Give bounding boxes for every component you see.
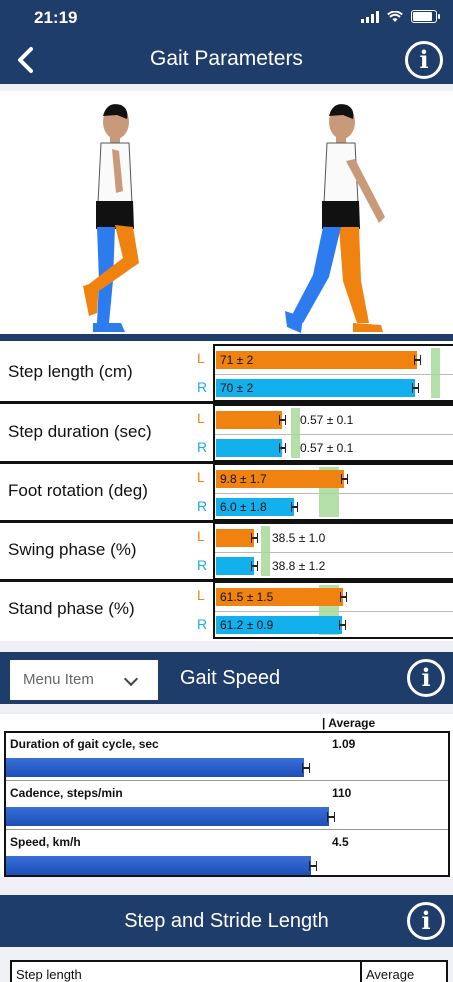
right-value-text: 61.2 ± 0.9 — [220, 618, 274, 632]
left-side-label: L — [197, 410, 205, 426]
right-value-text: 70 ± 2 — [220, 381, 254, 395]
left-error-bar — [340, 592, 347, 602]
page-title: Gait Parameters — [150, 47, 303, 70]
parameter-label: Foot rotation (deg) — [8, 481, 148, 500]
stride-table: Step length Average — [10, 960, 448, 982]
menu-dropdown[interactable]: Menu Item — [10, 660, 158, 700]
gait-illustration — [3, 91, 453, 334]
stride-title: Step and Stride Length — [124, 910, 329, 932]
gait-speed-table: Duration of gait cycle, sec 1.09 Cadence… — [4, 731, 450, 877]
right-error-bar — [412, 383, 419, 393]
section-divider — [0, 334, 453, 341]
average-column-header: | Average — [322, 716, 376, 730]
left-side-label: L — [197, 350, 205, 366]
gait-speed-title: Gait Speed — [180, 667, 281, 689]
parameter-label: Step length (cm) — [8, 362, 133, 381]
right-side-label: R — [197, 557, 208, 573]
info-icon[interactable]: i — [407, 659, 445, 697]
gait-row-step-duration: Step duration (sec) L R 0.57 ± 0.1 0.57 … — [0, 404, 453, 464]
stride-header: Step and Stride Length i — [0, 895, 453, 947]
right-error-bar — [251, 561, 258, 571]
right-side-label: R — [197, 498, 208, 514]
chevron-down-icon — [123, 671, 139, 687]
speed-row: Speed, km/h 4.5 — [6, 831, 448, 879]
speed-row-label: Speed, km/h — [10, 835, 81, 849]
left-error-bar — [414, 355, 421, 365]
status-time: 21:19 — [34, 8, 78, 27]
left-side-label: L — [197, 587, 205, 603]
left-value-bar — [216, 411, 282, 429]
status-bar: 21:19 — [0, 0, 453, 36]
right-error-bar — [279, 443, 286, 453]
left-value-text: 38.5 ± 1.0 — [272, 531, 326, 545]
speed-row-bar — [6, 856, 311, 875]
speed-error-bar — [327, 812, 335, 822]
left-error-bar — [279, 415, 286, 425]
parameter-label: Stand phase (%) — [8, 599, 135, 618]
battery-icon — [411, 10, 440, 23]
left-value-text: 0.57 ± 0.1 — [300, 413, 354, 427]
left-error-bar — [251, 533, 258, 543]
left-value-text: 71 ± 2 — [220, 353, 254, 367]
right-value-text: 0.57 ± 0.1 — [300, 441, 354, 455]
right-value-text: 38.8 ± 1.2 — [272, 559, 326, 573]
speed-row-bar — [6, 758, 304, 777]
speed-row-bar — [6, 807, 329, 826]
speed-row-value: 110 — [332, 786, 352, 800]
right-side-label: R — [197, 439, 208, 455]
speed-row-label: Cadence, steps/min — [10, 786, 123, 800]
parameter-label: Swing phase (%) — [8, 540, 137, 559]
gait-row-foot-rotation: Foot rotation (deg) L R 9.8 ± 1.7 6.0 ± … — [0, 463, 453, 523]
speed-row: Duration of gait cycle, sec 1.09 — [6, 733, 448, 781]
right-side-label: R — [197, 379, 208, 395]
left-error-bar — [341, 474, 348, 484]
gait-row-step-length: Step length (cm) L R 71 ± 2 70 ± 2 — [0, 344, 453, 404]
wifi-icon — [387, 10, 403, 22]
right-error-bar — [339, 620, 346, 630]
cellular-signal-icon — [361, 10, 379, 23]
walker-figure-right — [285, 104, 385, 333]
left-side-label: L — [197, 528, 205, 544]
right-value-text: 6.0 ± 1.8 — [220, 500, 267, 514]
speed-error-bar — [302, 763, 310, 773]
right-value-bar — [216, 439, 282, 457]
left-value-text: 9.8 ± 1.7 — [220, 472, 267, 486]
average-header: Average — [366, 967, 415, 982]
info-icon[interactable]: i — [405, 41, 443, 79]
right-error-bar — [291, 502, 298, 512]
gait-speed-header: Menu Item Gait Speed i — [0, 652, 453, 704]
right-side-label: R — [197, 616, 208, 632]
gait-row-swing-phase: Swing phase (%) L R 38.5 ± 1.0 38.8 ± 1.… — [0, 522, 453, 582]
walking-figures-image — [83, 104, 385, 333]
info-icon[interactable]: i — [407, 902, 445, 940]
speed-error-bar — [309, 861, 317, 871]
right-value-bar — [216, 557, 254, 575]
speed-row: Cadence, steps/min 110 — [6, 782, 448, 830]
parameter-label: Step duration (sec) — [8, 422, 152, 441]
app-bar: Gait Parameters i — [0, 36, 453, 84]
walker-figure-left — [83, 104, 139, 332]
left-value-bar — [216, 529, 254, 547]
speed-row-value: 1.09 — [332, 737, 356, 751]
menu-dropdown-label: Menu Item — [23, 671, 94, 688]
step-length-header: Step length — [16, 967, 82, 982]
left-value-text: 61.5 ± 1.5 — [220, 590, 274, 604]
speed-row-value: 4.5 — [332, 835, 349, 849]
left-side-label: L — [197, 469, 205, 485]
gait-row-stand-phase: Stand phase (%) L R 61.5 ± 1.5 61.2 ± 0.… — [0, 581, 453, 639]
speed-row-label: Duration of gait cycle, sec — [10, 737, 159, 751]
